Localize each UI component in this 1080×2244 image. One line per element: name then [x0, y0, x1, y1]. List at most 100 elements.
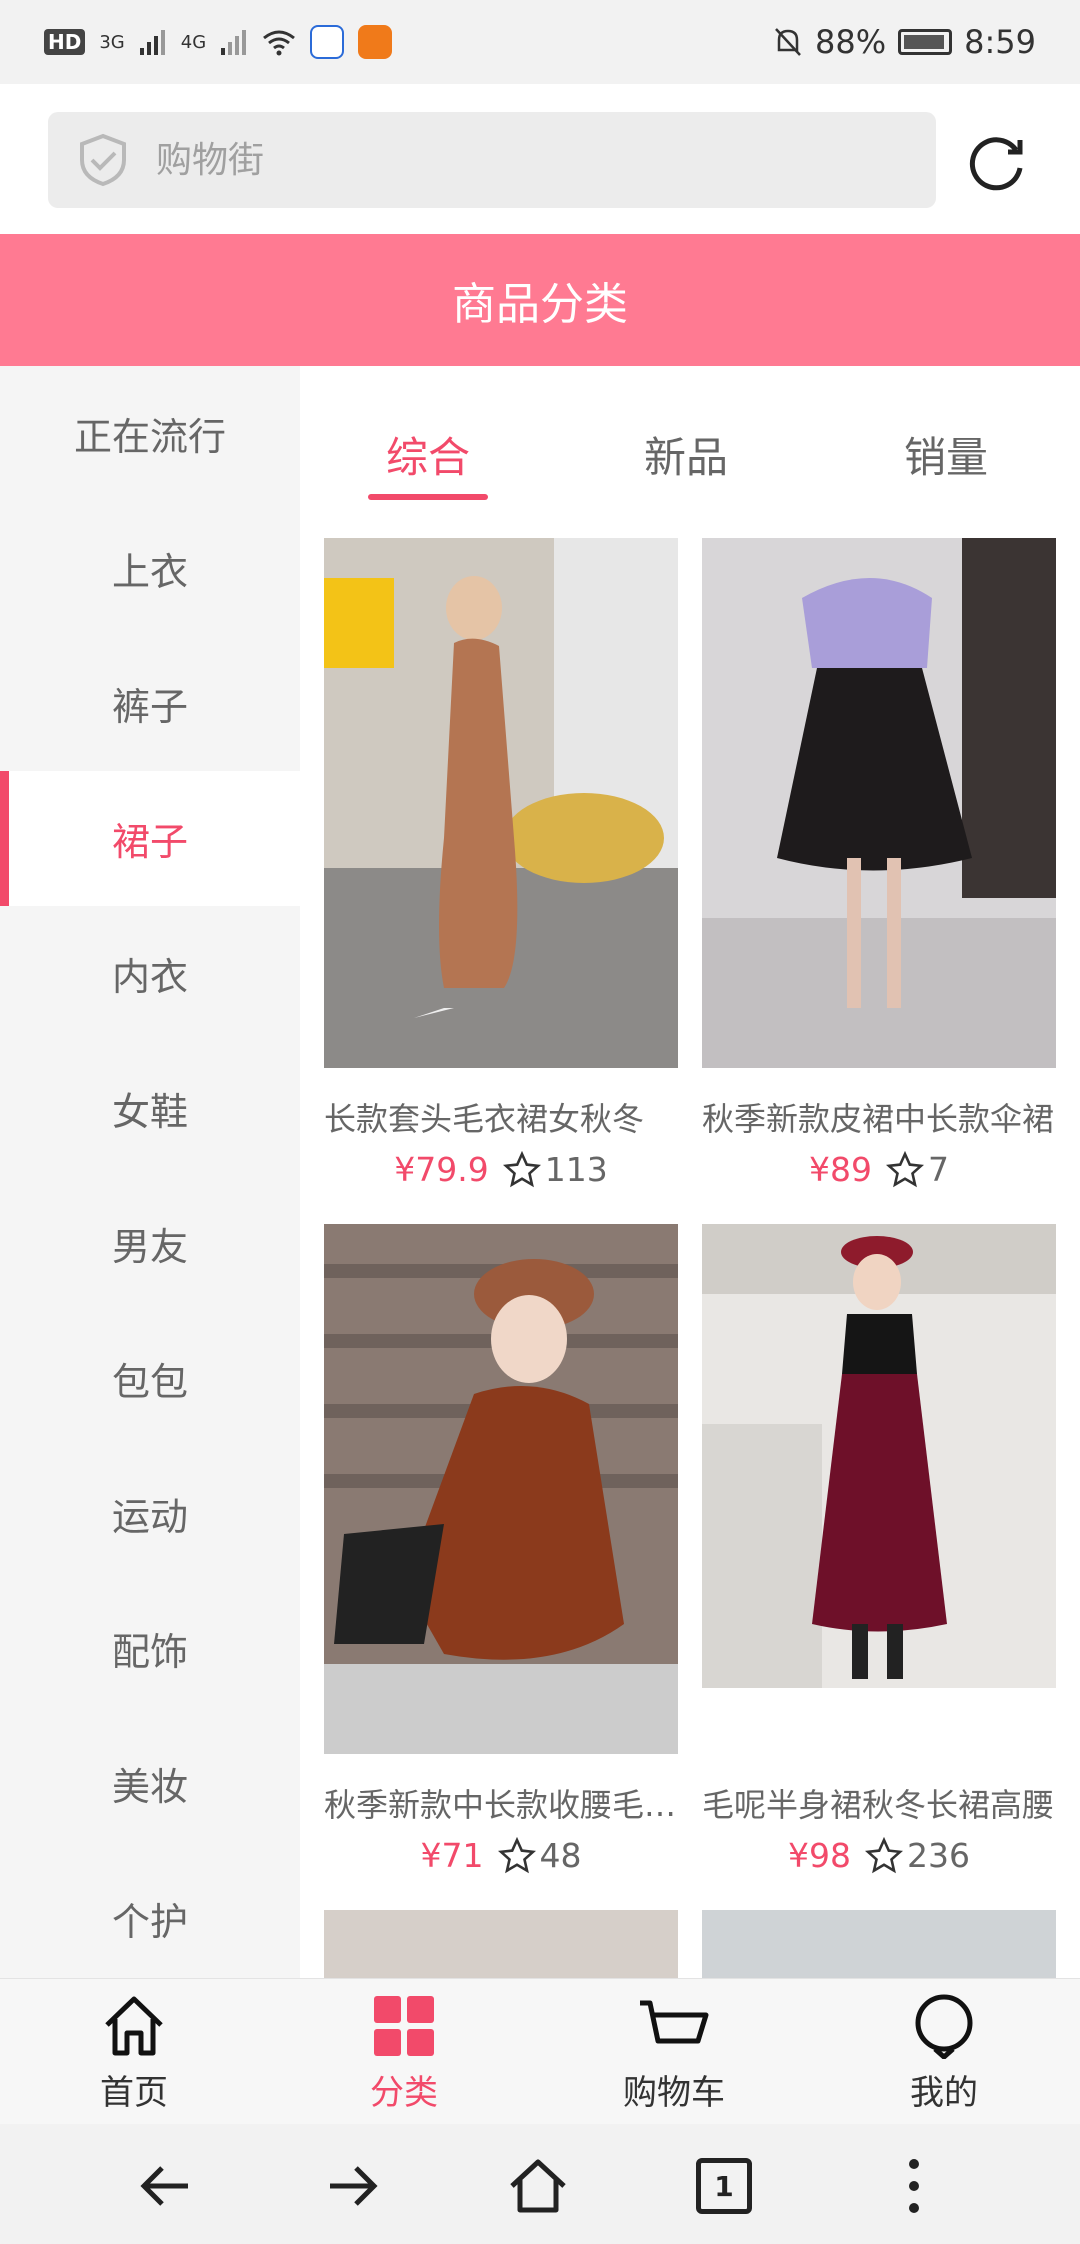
nav-profile[interactable]: 我的	[844, 1993, 1044, 2114]
favorite-count: 236	[907, 1836, 970, 1875]
home-icon[interactable]	[506, 2154, 570, 2218]
product-meta: ¥89 7	[702, 1150, 1056, 1189]
category-item-accessories[interactable]: 配饰	[0, 1581, 300, 1716]
tabs-button[interactable]: 1	[696, 2158, 752, 2214]
battery-icon	[898, 29, 953, 55]
category-item-trending[interactable]: 正在流行	[0, 366, 300, 501]
nav-label: 购物车	[623, 2073, 725, 2113]
search-input[interactable]	[156, 139, 856, 181]
product-image[interactable]	[702, 1224, 1056, 1688]
browser-address-bar	[0, 84, 1080, 234]
product-image[interactable]	[324, 1910, 678, 1978]
shield-icon	[80, 133, 126, 187]
profile-icon	[915, 1994, 973, 2059]
category-item-womens-shoes[interactable]: 女鞋	[0, 1041, 300, 1176]
favorite-count: 113	[544, 1150, 608, 1189]
status-bar: HD 3G 4G 88% 8:59	[0, 0, 1080, 84]
star-icon[interactable]	[502, 1150, 541, 1189]
browser-toolbar: 1	[0, 2124, 1080, 2244]
product-title[interactable]: 长款套头毛衣裙女秋冬	[324, 1094, 678, 1140]
product-card[interactable]	[324, 1910, 678, 1978]
category-item-boyfriend[interactable]: 男友	[0, 1176, 300, 1311]
product-title[interactable]: 毛呢半身裙秋冬长裙高腰	[702, 1780, 1056, 1826]
tab-sales[interactable]: 销量	[904, 424, 988, 485]
clock: 8:59	[964, 23, 1036, 61]
category-item-skirts[interactable]: 裙子	[0, 771, 300, 906]
signal-3g-label: 3G	[99, 31, 125, 53]
category-item-sports[interactable]: 运动	[0, 1446, 300, 1581]
product-meta: ¥79.9 113	[324, 1150, 678, 1189]
page-header: 商品分类	[0, 234, 1080, 366]
category-label: 上衣	[111, 550, 188, 594]
category-label: 男友	[111, 1225, 188, 1269]
cart-icon	[640, 2000, 709, 2044]
product-price: ¥98	[788, 1836, 851, 1875]
category-label: 裤子	[111, 685, 188, 729]
product-card[interactable]	[702, 1910, 1056, 1978]
category-grid-icon	[374, 1996, 434, 2056]
product-card[interactable]: 毛呢半身裙秋冬长裙高腰 ¥98 236	[702, 1224, 1056, 1875]
signal-icon	[139, 30, 165, 55]
category-item-personal-care[interactable]: 个护	[0, 1851, 300, 1978]
nav-label: 首页	[100, 2073, 168, 2113]
star-icon[interactable]	[865, 1836, 903, 1875]
nav-cart[interactable]: 购物车	[574, 1993, 774, 2114]
sort-tabs: 综合 新品 销量	[300, 366, 1080, 536]
category-item-underwear[interactable]: 内衣	[0, 906, 300, 1041]
page-title: 商品分类	[452, 279, 628, 330]
mute-bell-icon	[775, 28, 801, 56]
product-price: ¥89	[809, 1150, 872, 1189]
star-icon[interactable]	[497, 1836, 536, 1875]
category-label: 包包	[111, 1360, 188, 1404]
battery-percent: 88%	[815, 23, 887, 61]
product-price: ¥71	[420, 1836, 484, 1875]
active-tab-indicator	[368, 494, 488, 500]
product-title[interactable]: 秋季新款中长款收腰毛衣裙	[324, 1780, 678, 1826]
tab-count: 1	[714, 2169, 734, 2203]
home-icon	[105, 1996, 163, 2056]
back-arrow-icon[interactable]	[134, 2154, 198, 2218]
product-title[interactable]: 秋季新款皮裙中长款伞裙	[702, 1094, 1056, 1140]
category-label: 个护	[111, 1900, 188, 1944]
category-item-tops[interactable]: 上衣	[0, 501, 300, 636]
uc-browser-app-icon	[358, 25, 393, 59]
category-label: 裙子	[111, 820, 188, 864]
star-icon[interactable]	[886, 1150, 924, 1189]
product-meta: ¥71 48	[324, 1836, 678, 1875]
nav-home[interactable]: 首页	[34, 1993, 234, 2114]
product-card[interactable]: 秋季新款皮裙中长款伞裙 ¥89 7	[702, 538, 1056, 1189]
product-image[interactable]	[702, 1910, 1056, 1978]
hd-badge: HD	[44, 29, 86, 55]
more-menu-icon[interactable]	[882, 2154, 946, 2218]
product-price: ¥79.9	[394, 1150, 489, 1189]
nav-label: 我的	[910, 2073, 978, 2113]
category-sidebar: 正在流行 上衣 裤子 裙子 内衣 女鞋 男友 包包 运动 配饰 美妆 个护	[0, 366, 300, 1978]
search-box[interactable]	[48, 112, 936, 208]
nav-category[interactable]: 分类	[304, 1993, 504, 2114]
app-bottom-nav: 首页 分类 购物车 我的	[0, 1978, 1080, 2124]
product-image[interactable]	[702, 538, 1056, 1068]
tab-new[interactable]: 新品	[644, 424, 728, 485]
category-label: 美妆	[111, 1765, 188, 1809]
category-item-bags[interactable]: 包包	[0, 1311, 300, 1446]
tab-comprehensive[interactable]: 综合	[386, 424, 470, 485]
category-label: 配饰	[111, 1630, 188, 1674]
product-image[interactable]	[324, 538, 678, 1068]
favorite-count: 48	[539, 1836, 582, 1875]
category-label: 正在流行	[73, 415, 226, 459]
product-card[interactable]: 秋季新款中长款收腰毛衣裙 ¥71 48	[324, 1224, 678, 1875]
reload-icon[interactable]	[964, 130, 1028, 194]
category-label: 女鞋	[111, 1090, 188, 1134]
nav-label: 分类	[370, 2073, 438, 2113]
category-item-makeup[interactable]: 美妆	[0, 1716, 300, 1851]
signal-4g-label: 4G	[180, 31, 207, 53]
product-meta: ¥98 236	[702, 1836, 1056, 1875]
product-image[interactable]	[324, 1224, 678, 1754]
category-label: 内衣	[111, 955, 188, 999]
product-card[interactable]: 长款套头毛衣裙女秋冬 ¥79.9 113	[324, 538, 678, 1189]
forward-arrow-icon[interactable]	[320, 2154, 384, 2218]
product-panel: 综合 新品 销量 长款套头毛衣裙女秋冬 ¥79.9 113 秋季新款皮裙中长款伞…	[300, 366, 1080, 1978]
category-label: 运动	[111, 1495, 188, 1539]
category-item-pants[interactable]: 裤子	[0, 636, 300, 771]
wifi-icon	[263, 30, 296, 56]
